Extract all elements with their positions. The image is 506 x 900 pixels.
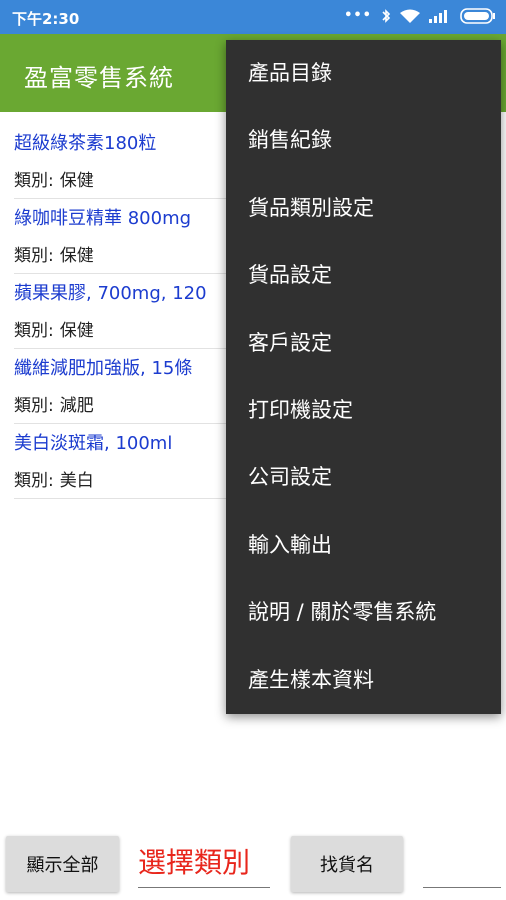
- status-time: 下午2:30: [12, 10, 80, 28]
- menu-item-category-settings[interactable]: 貨品類別設定: [226, 175, 501, 242]
- show-all-button[interactable]: 顯示全部: [6, 836, 119, 892]
- category-value: 保健: [59, 171, 94, 191]
- menu-item-product-settings[interactable]: 貨品設定: [226, 242, 501, 309]
- bottom-bar: 顯示全部 選擇類別 找貨名: [0, 826, 506, 900]
- overflow-menu: 產品目錄 銷售紀錄 貨品類別設定 貨品設定 客戶設定 打印機設定 公司設定 輸入…: [226, 40, 501, 714]
- menu-item-customer-settings[interactable]: 客戶設定: [226, 310, 501, 377]
- category-select[interactable]: 選擇類別: [138, 840, 270, 888]
- category-value: 保健: [59, 321, 94, 341]
- status-icons: •••: [344, 8, 496, 24]
- category-label: 類別:: [14, 321, 54, 341]
- search-input[interactable]: [423, 844, 501, 888]
- more-notifications-icon: •••: [344, 8, 372, 23]
- category-label: 類別:: [14, 396, 54, 416]
- category-value: 保健: [59, 246, 94, 266]
- menu-item-sample-data[interactable]: 產生樣本資料: [226, 647, 501, 714]
- menu-item-sales-records[interactable]: 銷售紀錄: [226, 107, 501, 174]
- app-root: 下午2:30 ••• 盈富零售系統 超級綠茶素180粒 類別: 保健 綠咖啡豆精華: [0, 0, 506, 900]
- category-label: 類別:: [14, 171, 54, 191]
- menu-item-help-about[interactable]: 說明 / 關於零售系統: [226, 579, 501, 646]
- menu-item-printer-settings[interactable]: 打印機設定: [226, 377, 501, 444]
- app-title: 盈富零售系統: [24, 64, 174, 92]
- menu-item-import-export[interactable]: 輸入輸出: [226, 512, 501, 579]
- menu-item-company-settings[interactable]: 公司設定: [226, 444, 501, 511]
- bluetooth-icon: [381, 8, 391, 24]
- category-label: 類別:: [14, 471, 54, 491]
- status-bar: 下午2:30 •••: [0, 0, 506, 34]
- category-value: 減肥: [59, 396, 94, 416]
- find-product-button[interactable]: 找貨名: [291, 836, 403, 892]
- battery-icon: [460, 8, 496, 24]
- category-value: 美白: [59, 471, 94, 491]
- menu-item-product-catalog[interactable]: 產品目錄: [226, 40, 501, 107]
- category-label: 類別:: [14, 246, 54, 266]
- wifi-icon: [400, 9, 420, 24]
- signal-icon: [429, 9, 451, 23]
